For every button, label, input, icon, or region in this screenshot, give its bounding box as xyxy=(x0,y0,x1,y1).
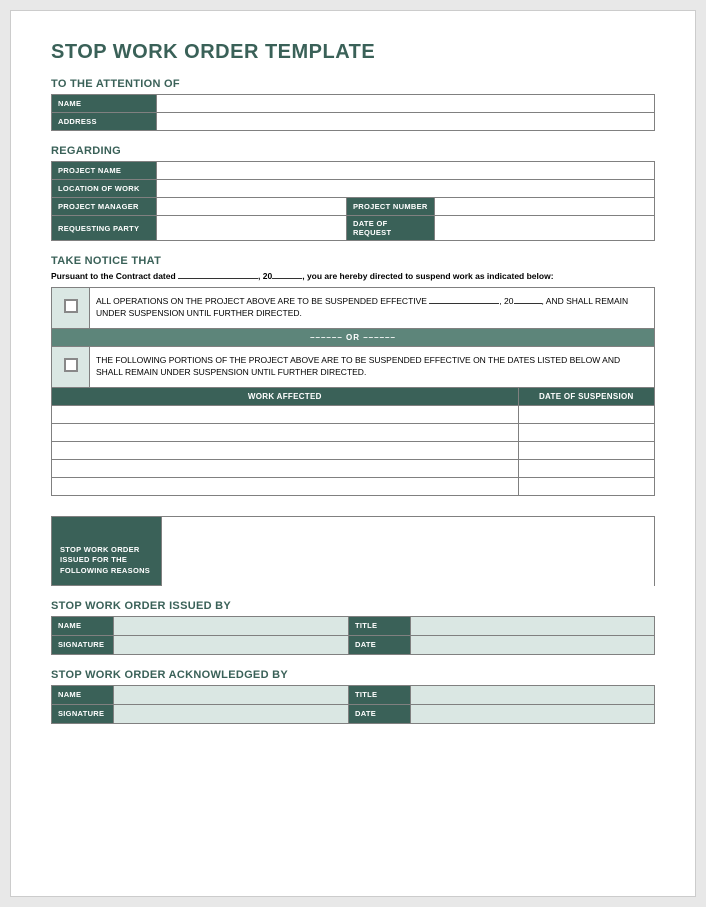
reasons-input[interactable] xyxy=(161,516,655,586)
ack-date-label: DATE xyxy=(349,704,411,723)
date-row-5[interactable] xyxy=(518,477,654,495)
project-name-label: PROJECT NAME xyxy=(52,162,157,180)
ack-date-input[interactable] xyxy=(411,704,655,723)
section-notice-title: TAKE NOTICE THAT xyxy=(51,255,655,267)
issued-date-input[interactable] xyxy=(411,635,655,654)
option1-checkbox-cell xyxy=(52,288,90,329)
location-label: LOCATION OF WORK xyxy=(52,180,157,198)
attention-address-label: ADDRESS xyxy=(52,113,157,131)
ack-name-label: NAME xyxy=(52,685,114,704)
work-row-1[interactable] xyxy=(52,405,519,423)
page-title: STOP WORK ORDER TEMPLATE xyxy=(51,41,655,64)
date-row-4[interactable] xyxy=(518,459,654,477)
option1-part-b: , 20 xyxy=(499,296,513,306)
date-suspension-header: DATE OF SUSPENSION xyxy=(518,387,654,405)
location-input[interactable] xyxy=(157,180,655,198)
option1-year-blank[interactable] xyxy=(514,296,542,304)
reasons-label: STOP WORK ORDER ISSUED FOR THE FOLLOWING… xyxy=(51,516,161,586)
date-request-input[interactable] xyxy=(435,216,655,241)
pursuant-text: Pursuant to the Contract dated , 20 , you… xyxy=(51,271,655,281)
manager-label: PROJECT MANAGER xyxy=(52,198,157,216)
ack-name-input[interactable] xyxy=(114,685,349,704)
contract-year-blank[interactable] xyxy=(272,271,302,279)
ack-title-label: TITLE xyxy=(349,685,411,704)
requesting-label: REQUESTING PARTY xyxy=(52,216,157,241)
option1-checkbox[interactable] xyxy=(64,299,78,313)
ack-signature-input[interactable] xyxy=(114,704,349,723)
contract-date-blank[interactable] xyxy=(178,271,258,279)
document-page: STOP WORK ORDER TEMPLATE TO THE ATTENTIO… xyxy=(10,10,696,897)
issued-signature-input[interactable] xyxy=(114,635,349,654)
or-divider: –––––– OR –––––– xyxy=(52,328,655,346)
issued-title-input[interactable] xyxy=(411,616,655,635)
project-number-label: PROJECT NUMBER xyxy=(347,198,435,216)
work-row-5[interactable] xyxy=(52,477,519,495)
work-row-4[interactable] xyxy=(52,459,519,477)
option2-text: THE FOLLOWING PORTIONS OF THE PROJECT AB… xyxy=(90,346,655,387)
date-row-1[interactable] xyxy=(518,405,654,423)
work-row-3[interactable] xyxy=(52,441,519,459)
reasons-section: STOP WORK ORDER ISSUED FOR THE FOLLOWING… xyxy=(51,516,655,586)
attention-name-label: NAME xyxy=(52,95,157,113)
date-request-label: DATE OF REQUEST xyxy=(347,216,435,241)
issued-signature-label: SIGNATURE xyxy=(52,635,114,654)
issued-name-label: NAME xyxy=(52,616,114,635)
section-issued-by-title: STOP WORK ORDER ISSUED BY xyxy=(51,600,655,612)
project-number-input[interactable] xyxy=(435,198,655,216)
issued-title-label: TITLE xyxy=(349,616,411,635)
section-attention-title: TO THE ATTENTION OF xyxy=(51,78,655,90)
section-regarding-title: REGARDING xyxy=(51,145,655,157)
project-name-input[interactable] xyxy=(157,162,655,180)
requesting-input[interactable] xyxy=(157,216,347,241)
manager-input[interactable] xyxy=(157,198,347,216)
work-affected-header: WORK AFFECTED xyxy=(52,387,519,405)
issued-by-table: NAME TITLE SIGNATURE DATE xyxy=(51,616,655,655)
option1-part-a: ALL OPERATIONS ON THE PROJECT ABOVE ARE … xyxy=(96,296,429,306)
pursuant-part1: Pursuant to the Contract dated xyxy=(51,271,178,281)
ack-title-input[interactable] xyxy=(411,685,655,704)
issued-name-input[interactable] xyxy=(114,616,349,635)
work-row-2[interactable] xyxy=(52,423,519,441)
attention-address-input[interactable] xyxy=(157,113,655,131)
date-row-3[interactable] xyxy=(518,441,654,459)
pursuant-part2: , 20 xyxy=(258,271,272,281)
option1-text: ALL OPERATIONS ON THE PROJECT ABOVE ARE … xyxy=(90,288,655,329)
option2-checkbox-cell xyxy=(52,346,90,387)
option1-date-blank[interactable] xyxy=(429,296,499,304)
acknowledged-by-table: NAME TITLE SIGNATURE DATE xyxy=(51,685,655,724)
options-table: ALL OPERATIONS ON THE PROJECT ABOVE ARE … xyxy=(51,287,655,496)
option2-checkbox[interactable] xyxy=(64,358,78,372)
pursuant-part3: , you are hereby directed to suspend wor… xyxy=(302,271,553,281)
ack-signature-label: SIGNATURE xyxy=(52,704,114,723)
attention-name-input[interactable] xyxy=(157,95,655,113)
attention-table: NAME ADDRESS xyxy=(51,94,655,131)
regarding-table: PROJECT NAME LOCATION OF WORK PROJECT MA… xyxy=(51,161,655,241)
issued-date-label: DATE xyxy=(349,635,411,654)
date-row-2[interactable] xyxy=(518,423,654,441)
section-acknowledged-title: STOP WORK ORDER ACKNOWLEDGED BY xyxy=(51,669,655,681)
